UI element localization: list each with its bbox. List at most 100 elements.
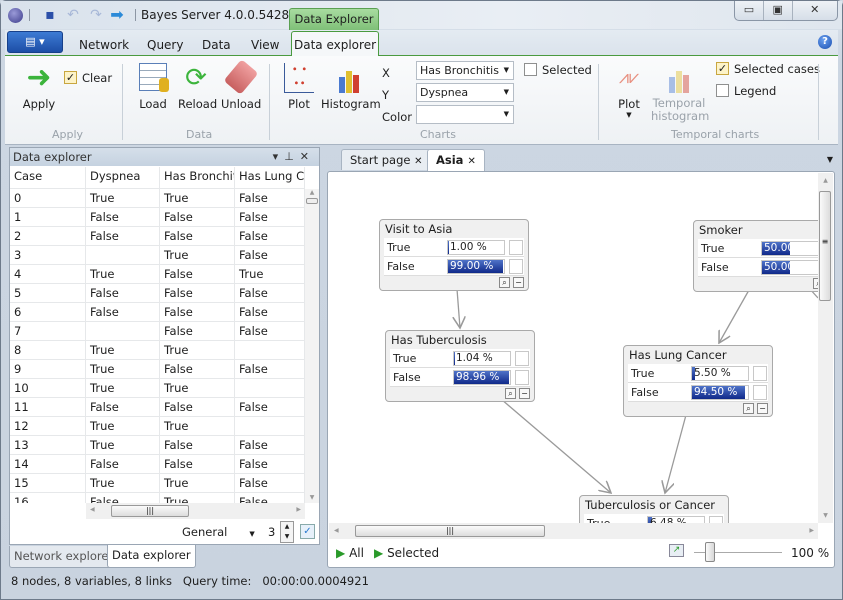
save-icon[interactable]: ▪ — [42, 7, 58, 23]
table-cell[interactable]: True — [160, 189, 235, 207]
table-row[interactable]: 3 True False — [10, 246, 305, 265]
table-cell[interactable]: 16 — [10, 493, 86, 503]
table-cell[interactable]: 11 — [10, 398, 86, 416]
tab-data-explorer-panel[interactable]: Data explorer — [107, 545, 196, 568]
scroll-thumb[interactable] — [306, 198, 318, 204]
scroll-up-icon[interactable]: ▲ — [305, 189, 319, 196]
selected-cases-checkbox[interactable]: ✓ — [716, 62, 729, 75]
table-cell[interactable]: False — [160, 455, 235, 473]
table-cell[interactable]: 7 — [10, 322, 86, 340]
table-cell[interactable]: 4 — [10, 265, 86, 283]
table-row[interactable]: 10 True True — [10, 379, 305, 398]
decimals-stepper[interactable]: ▲ ▼ — [280, 521, 294, 543]
evidence-box[interactable] — [753, 385, 767, 400]
canvas-vertical-scrollbar[interactable]: ▲ ≡ ▼ — [818, 173, 833, 523]
table-cell[interactable]: False — [160, 398, 235, 416]
zoom-node-icon[interactable]: ⌕ — [505, 388, 516, 399]
apply-button[interactable]: ➜ Apply — [21, 63, 57, 112]
evidence-box[interactable] — [509, 240, 523, 255]
column-header-has-bronchitis[interactable]: Has Bronchitis — [160, 167, 235, 188]
table-cell[interactable]: True — [160, 341, 235, 359]
table-cell[interactable]: False — [235, 284, 305, 302]
table-cell[interactable]: 14 — [10, 455, 86, 473]
scroll-right-icon[interactable]: ▶ — [809, 527, 814, 534]
table-cell[interactable]: 3 — [10, 246, 86, 264]
scroll-left-icon[interactable]: ◀ — [334, 527, 339, 534]
column-header-dyspnea[interactable]: Dyspnea — [86, 167, 160, 188]
table-row[interactable]: 13 True False False — [10, 436, 305, 455]
scroll-thumb[interactable]: ≡ — [819, 191, 831, 301]
table-cell[interactable]: True — [235, 265, 305, 283]
scroll-left-icon[interactable]: ◀ — [90, 506, 95, 513]
table-row[interactable]: 0 True True False — [10, 189, 305, 208]
table-cell[interactable] — [235, 341, 305, 359]
table-cell[interactable]: 2 — [10, 227, 86, 245]
close-icon[interactable]: ✕ — [414, 156, 422, 167]
tab-list-dropdown-icon[interactable]: ▼ — [827, 155, 833, 164]
pin-icon[interactable]: ⊥ — [284, 150, 300, 163]
table-cell[interactable]: 8 — [10, 341, 86, 359]
table-cell[interactable]: True — [86, 341, 160, 359]
table-cell[interactable]: False — [86, 284, 160, 302]
table-cell[interactable]: False — [86, 493, 160, 503]
unload-button[interactable]: Unload — [221, 59, 261, 111]
table-cell[interactable]: True — [86, 474, 160, 492]
scroll-thumb[interactable]: ||| — [111, 505, 189, 517]
table-cell[interactable]: True — [86, 360, 160, 378]
node-state-row[interactable]: True 1.04 % — [390, 349, 530, 368]
table-row[interactable]: 16 False True False — [10, 493, 305, 503]
table-cell[interactable]: 15 — [10, 474, 86, 492]
network-canvas[interactable]: Visit to Asia True 1.00 % False 99.00 % ⌕ − Smo… — [329, 173, 818, 523]
node-state-row[interactable]: False 99.00 % — [384, 257, 524, 276]
scroll-down-icon[interactable]: ▼ — [818, 512, 833, 519]
table-cell[interactable]: True — [86, 417, 160, 435]
maximize-button[interactable]: ▣ — [764, 1, 793, 20]
table-row[interactable]: 1 False False False — [10, 208, 305, 227]
node-state-row[interactable]: False 50.00 % — [698, 258, 818, 277]
checkmark-icon[interactable]: ✓ — [300, 524, 315, 539]
arrow-right-icon[interactable]: ➡ — [109, 7, 125, 23]
close-button[interactable]: ✕ — [793, 1, 837, 20]
vertical-scrollbar[interactable]: ▲ ▼ — [305, 189, 319, 503]
table-cell[interactable]: True — [160, 417, 235, 435]
table-cell[interactable]: False — [235, 493, 305, 503]
table-cell[interactable]: 6 — [10, 303, 86, 321]
plot-button[interactable]: ∙ ∙ ∙∙ Plot — [284, 63, 314, 111]
format-select[interactable]: General ▼ — [182, 525, 255, 539]
zoom-node-icon[interactable]: ⌕ — [743, 403, 754, 414]
evidence-box[interactable] — [753, 366, 767, 381]
table-cell[interactable]: False — [86, 398, 160, 416]
table-cell[interactable]: 0 — [10, 189, 86, 207]
table-row[interactable]: 9 True False False — [10, 360, 305, 379]
table-cell[interactable]: False — [235, 322, 305, 340]
collapse-icon[interactable]: − — [513, 277, 524, 288]
column-header-has-lung-cancer[interactable]: Has Lung Cancer — [235, 167, 305, 188]
tab-data-explorer[interactable]: Data explorer — [291, 31, 379, 56]
node-state-row[interactable]: True 5.50 % — [628, 364, 768, 383]
evidence-box[interactable] — [515, 351, 529, 366]
close-icon[interactable]: ✕ — [467, 156, 475, 167]
table-row[interactable]: 7 False False — [10, 322, 305, 341]
table-row[interactable]: 14 False False False — [10, 455, 305, 474]
canvas-horizontal-scrollbar[interactable]: ◀ ||| ▶ — [329, 523, 818, 539]
help-icon[interactable]: ? — [818, 35, 832, 49]
tab-start-page[interactable]: Start page ✕ — [341, 149, 432, 170]
table-cell[interactable]: False — [235, 436, 305, 454]
node-has-lung-cancer[interactable]: Has Lung Cancer True 5.50 % False 94.50 % ⌕ − — [623, 345, 773, 417]
table-cell[interactable]: False — [235, 474, 305, 492]
table-cell[interactable]: False — [86, 208, 160, 226]
evidence-box[interactable] — [515, 370, 529, 385]
table-cell[interactable] — [235, 379, 305, 397]
app-logo-icon[interactable] — [8, 8, 23, 23]
scroll-up-icon[interactable]: ▲ — [818, 177, 833, 184]
table-row[interactable]: 5 False False False — [10, 284, 305, 303]
zoom-slider-thumb[interactable] — [704, 542, 715, 562]
collapse-icon[interactable]: − — [519, 388, 530, 399]
table-cell[interactable]: 12 — [10, 417, 86, 435]
table-cell[interactable]: False — [235, 189, 305, 207]
table-cell[interactable]: False — [160, 360, 235, 378]
table-cell[interactable]: False — [160, 265, 235, 283]
table-cell[interactable]: 10 — [10, 379, 86, 397]
fit-to-window-icon[interactable]: ↗ — [669, 544, 684, 557]
table-cell[interactable]: True — [160, 493, 235, 503]
